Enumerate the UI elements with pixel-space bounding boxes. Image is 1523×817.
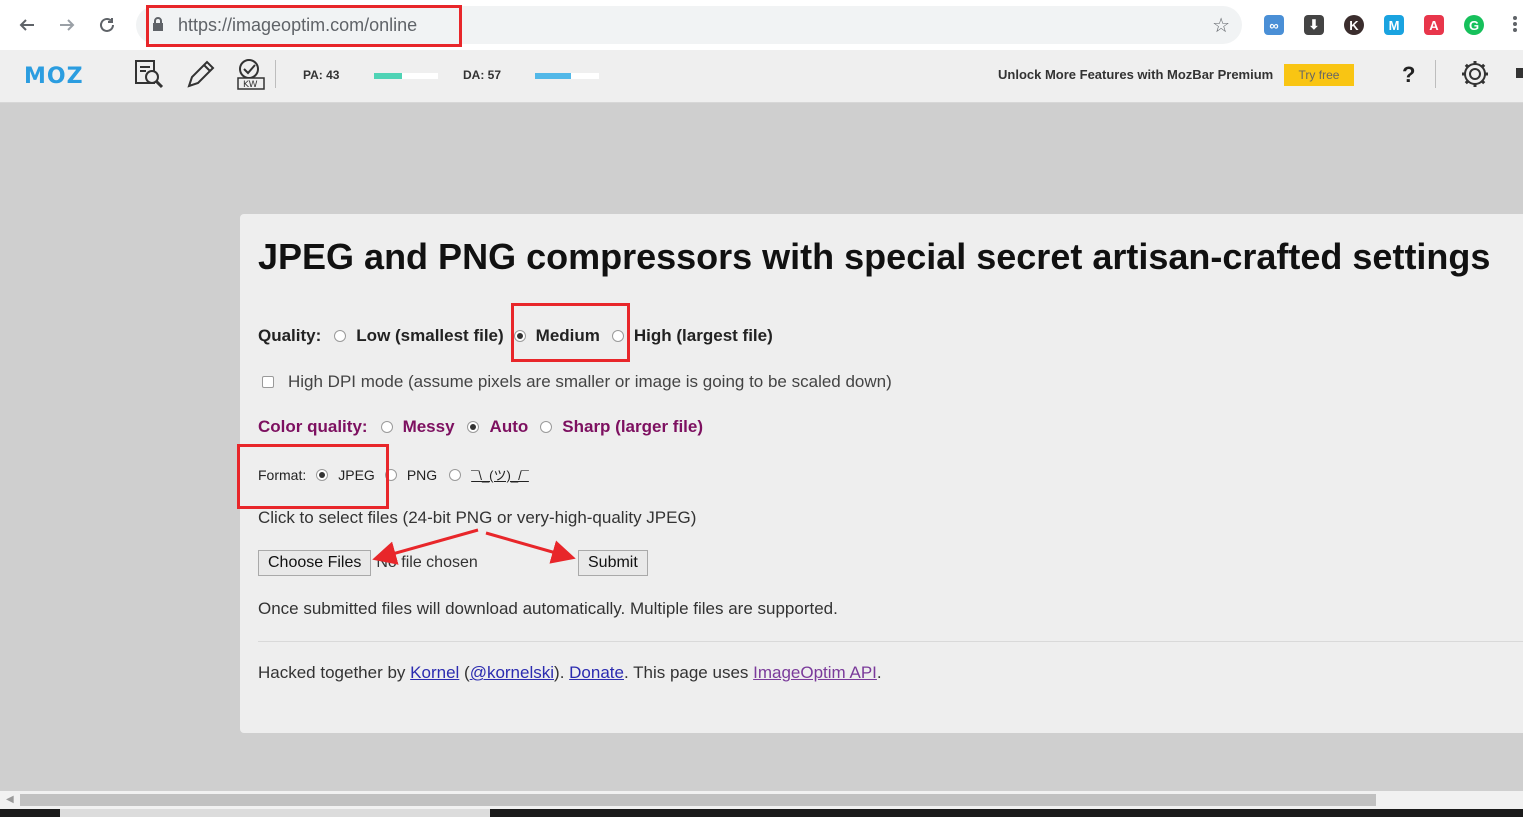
quality-low-label[interactable]: Low (smallest file) [356,326,503,346]
footer-divider [258,641,1523,642]
arrow-to-choose-files [372,528,479,565]
choose-files-button[interactable]: Choose Files [258,550,372,576]
color-quality-row: Color quality: Messy Auto Sharp (larger … [258,417,703,437]
footer-mid: . This page uses [623,663,754,682]
grammarly-ext-icon[interactable]: G [1464,15,1484,35]
mozbar: MOZ KW PA: 43 DA: 57 Unlock More Feature… [0,50,1523,103]
horizontal-scrollbar[interactable]: ◀ [0,791,1523,809]
medium-highlight-box [511,303,630,362]
color-auto-radio[interactable] [466,421,479,433]
k-ext-icon[interactable]: K [1344,15,1364,35]
format-shrug-radio[interactable] [449,468,462,481]
bookmark-star-icon[interactable]: ☆ [1212,13,1230,38]
footer-prefix: Hacked together by [258,663,411,682]
help-icon[interactable]: ? [1402,62,1415,88]
handle-link[interactable]: @kornelski [470,663,554,683]
browser-menu-icon[interactable] [1512,14,1518,36]
mozbar-divider [275,60,276,88]
api-link[interactable]: ImageOptim API [753,663,877,683]
pa-label: PA: 43 [303,68,340,82]
color-messy-radio[interactable] [380,421,393,433]
pa-bar [374,73,438,79]
taskbar [0,809,1523,817]
page-analysis-icon[interactable] [134,58,166,90]
svg-text:KW: KW [243,80,258,90]
da-bar [535,73,599,79]
moz-logo[interactable]: MOZ [24,64,84,89]
color-sharp-radio[interactable] [540,421,553,433]
link-ext-icon[interactable]: ∞ [1264,15,1284,35]
forward-arrow-icon[interactable] [54,12,80,38]
da-bar-fill [535,73,572,79]
color-messy-label[interactable]: Messy [403,417,455,437]
footer-end: . [876,663,882,682]
try-free-button[interactable]: Try free [1284,64,1354,86]
taskbar-active-item[interactable] [60,809,490,817]
donate-link[interactable]: Donate [569,663,624,683]
quality-high-label[interactable]: High (largest file) [634,326,773,346]
format-highlight-box [237,444,389,509]
quality-low-radio[interactable] [334,330,347,342]
annotation-arrows [372,528,576,565]
high-dpi-row: High DPI mode (assume pixels are smaller… [262,372,892,392]
high-dpi-checkbox[interactable] [262,376,274,388]
acrobat-ext-icon[interactable]: A [1424,15,1444,35]
footer-close: ). [554,663,570,682]
url-highlight-box [146,5,462,47]
mozbar-divider [1435,60,1436,88]
settings-gear-icon[interactable] [1459,58,1491,90]
overflow-icon[interactable] [1516,68,1523,78]
page-title: JPEG and PNG compressors with special se… [258,236,1491,277]
main-panel: JPEG and PNG compressors with special se… [240,214,1523,733]
upsell-text: Unlock More Features with MozBar Premium [998,67,1274,82]
color-quality-label: Color quality: [258,417,368,436]
author-link[interactable]: Kornel [410,663,459,683]
high-dpi-label[interactable]: High DPI mode (assume pixels are smaller… [288,372,892,392]
download-note: Once submitted files will download autom… [258,599,838,618]
highlight-pencil-icon[interactable] [185,58,217,90]
arrow-to-submit [485,531,576,564]
footer-credits: Hacked together by Kornel ( @kornelski )… [258,663,882,683]
reload-icon[interactable] [94,12,120,38]
footer-paren: ( [459,663,470,682]
keyword-check-icon[interactable]: KW [235,58,267,90]
m-ext-icon[interactable]: M [1384,15,1404,35]
download-ext-icon[interactable]: ⬇ [1304,15,1324,35]
format-shrug-label[interactable]: ¯\_(ツ)_/¯ [471,465,529,484]
color-sharp-label[interactable]: Sharp (larger file) [562,417,703,437]
scrollbar-thumb[interactable] [20,794,1376,806]
quality-label: Quality: [258,326,322,345]
pa-bar-fill [374,73,402,79]
color-auto-label[interactable]: Auto [490,417,529,437]
back-arrow-icon[interactable] [14,12,40,38]
format-png-label[interactable]: PNG [407,467,437,483]
da-label: DA: 57 [463,68,502,82]
scroll-left-arrow-icon[interactable]: ◀ [6,794,14,805]
